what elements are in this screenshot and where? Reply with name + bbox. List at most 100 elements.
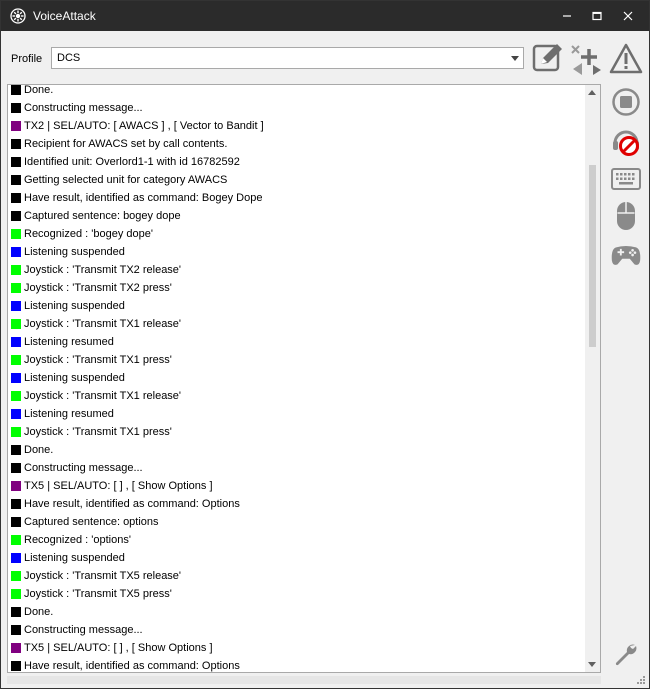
log-entry: TX2 | SEL/AUTO: [ AWACS ] , [ Vector to …: [11, 117, 264, 135]
log-entry: Joystick : 'Transmit TX5 press': [11, 585, 172, 603]
log-entry: Have result, identified as command: Opti…: [11, 495, 240, 513]
settings-button[interactable]: [610, 639, 642, 671]
log-entry: TX5 | SEL/AUTO: [ ] , [ Show Options ]: [11, 639, 213, 657]
listening-toggle-button[interactable]: [610, 126, 642, 158]
log-entry-color-marker: [11, 283, 21, 293]
log-entry-color-marker: [11, 661, 21, 671]
log-entry-color-marker: [11, 607, 21, 617]
maximize-icon: [592, 11, 602, 21]
profile-dropdown[interactable]: DCS: [51, 47, 524, 69]
resize-grip[interactable]: [636, 675, 646, 685]
log-entry-text: Constructing message...: [24, 102, 143, 114]
log-entry-text: TX2 | SEL/AUTO: [ AWACS ] , [ Vector to …: [24, 120, 264, 132]
stop-button[interactable]: [610, 86, 642, 118]
log-entry-text: Joystick : 'Transmit TX5 release': [24, 570, 182, 582]
edit-profile-icon: [532, 44, 562, 72]
log-entry-color-marker: [11, 625, 21, 635]
log-entry: Joystick : 'Transmit TX1 release': [11, 387, 181, 405]
log-entry-text: Joystick : 'Transmit TX2 release': [24, 264, 182, 276]
log-entry-color-marker: [11, 229, 21, 239]
log-entry-text: Done.: [24, 606, 54, 618]
log-entry-text: Have result, identified as command: Boge…: [24, 192, 263, 204]
log-entry-text: Identified unit: Overlord1-1 with id 167…: [24, 156, 240, 168]
log-entry: Listening suspended: [11, 549, 125, 567]
log-entry: Joystick : 'Transmit TX2 press': [11, 279, 172, 297]
log-entry-text: Constructing message...: [24, 624, 143, 636]
log-entry-text: Listening resumed: [24, 408, 114, 420]
voiceattack-logo-icon: [10, 8, 26, 24]
log-entry-color-marker: [11, 211, 21, 221]
log-entry-text: Done.: [24, 444, 54, 456]
keyboard-shortcuts-button[interactable]: [610, 163, 642, 195]
log-entry-color-marker: [11, 463, 21, 473]
log-vertical-scrollbar[interactable]: [585, 85, 600, 672]
log-entry-text: Constructing message...: [24, 462, 143, 474]
log-entry: TX5 | SEL/AUTO: [ ] , [ Show Options ]: [11, 477, 213, 495]
mouse-shortcuts-button[interactable]: [610, 200, 642, 232]
log-entry: Identified unit: Overlord1-1 with id 167…: [11, 153, 240, 171]
log-entry: Listening suspended: [11, 297, 125, 315]
log-entry-text: Recognized : 'bogey dope': [24, 228, 153, 240]
log-entry: Done.: [11, 441, 53, 459]
log-entry-text: Joystick : 'Transmit TX1 release': [24, 318, 182, 330]
log-entry: Getting selected unit for category AWACS: [11, 171, 227, 189]
log-entry-color-marker: [11, 373, 21, 383]
log-entry-color-marker: [11, 337, 21, 347]
joystick-shortcuts-button[interactable]: [610, 239, 642, 271]
log-entry: Have result, identified as command: Opti…: [11, 657, 240, 672]
log-entry-text: Done.: [24, 84, 54, 96]
log-entry-color-marker: [11, 499, 21, 509]
log-horizontal-scrollbar[interactable]: [7, 676, 601, 684]
log-entry: Constructing message...: [11, 459, 143, 477]
log-entry-text: Listening suspended: [24, 246, 125, 258]
log-entry-text: Recipient for AWACS set by call contents…: [24, 138, 228, 150]
scroll-thumb[interactable]: [589, 165, 596, 347]
log-entry-text: Have result, identified as command: Opti…: [24, 498, 240, 510]
log-entry-color-marker: [11, 481, 21, 491]
log-entry-text: Joystick : 'Transmit TX5 press': [24, 588, 172, 600]
log-entry: Joystick : 'Transmit TX1 press': [11, 423, 172, 441]
log-entry-text: Joystick : 'Transmit TX1 release': [24, 390, 182, 402]
minimize-button[interactable]: [550, 1, 584, 31]
log-entry-color-marker: [11, 175, 21, 185]
edit-profile-button[interactable]: [531, 42, 565, 77]
log-entry-color-marker: [11, 103, 21, 113]
log-entry: Recognized : 'bogey dope': [11, 225, 153, 243]
log-entry-color-marker: [11, 517, 21, 527]
maximize-button[interactable]: [580, 1, 614, 31]
minimize-icon: [563, 15, 571, 17]
log-entry-color-marker: [11, 247, 21, 257]
log-entry-color-marker: [11, 85, 21, 95]
add-profile-button[interactable]: [569, 43, 603, 78]
log-entry-color-marker: [11, 643, 21, 653]
warning-button[interactable]: [609, 43, 643, 78]
close-button[interactable]: [611, 1, 645, 31]
log-entry-color-marker: [11, 265, 21, 275]
add-profile-icon: [571, 45, 601, 75]
log-entry-color-marker: [11, 355, 21, 365]
log-entry: Joystick : 'Transmit TX5 release': [11, 567, 181, 585]
listening-off-icon: [613, 130, 639, 156]
log-panel[interactable]: Done. Constructing message... TX2 | SEL/AU…: [7, 84, 601, 673]
scroll-down-icon[interactable]: [588, 662, 596, 667]
log-entry: Recipient for AWACS set by call contents…: [11, 135, 227, 153]
log-entry: Joystick : 'Transmit TX1 press': [11, 351, 172, 369]
log-entry-text: Have result, identified as command: Opti…: [24, 660, 240, 672]
log-entry-text: TX5 | SEL/AUTO: [ ] , [ Show Options ]: [24, 480, 213, 492]
window-title: VoiceAttack: [33, 9, 96, 23]
log-entry-text: Captured sentence: options: [24, 516, 159, 528]
title-bar[interactable]: VoiceAttack: [1, 1, 649, 31]
log-entry-text: Captured sentence: bogey dope: [24, 210, 181, 222]
log-entry-text: Getting selected unit for category AWACS: [24, 174, 228, 186]
log-entry: Constructing message...: [11, 621, 143, 639]
log-entry-text: Listening suspended: [24, 372, 125, 384]
log-entry: Captured sentence: options: [11, 513, 159, 531]
log-entry-color-marker: [11, 409, 21, 419]
log-entry-color-marker: [11, 319, 21, 329]
wrench-icon: [615, 644, 637, 666]
profile-label: Profile: [11, 53, 43, 65]
stop-icon: [612, 88, 640, 116]
log-entry-color-marker: [11, 535, 21, 545]
scroll-up-icon[interactable]: [588, 90, 596, 95]
log-entry-color-marker: [11, 121, 21, 131]
